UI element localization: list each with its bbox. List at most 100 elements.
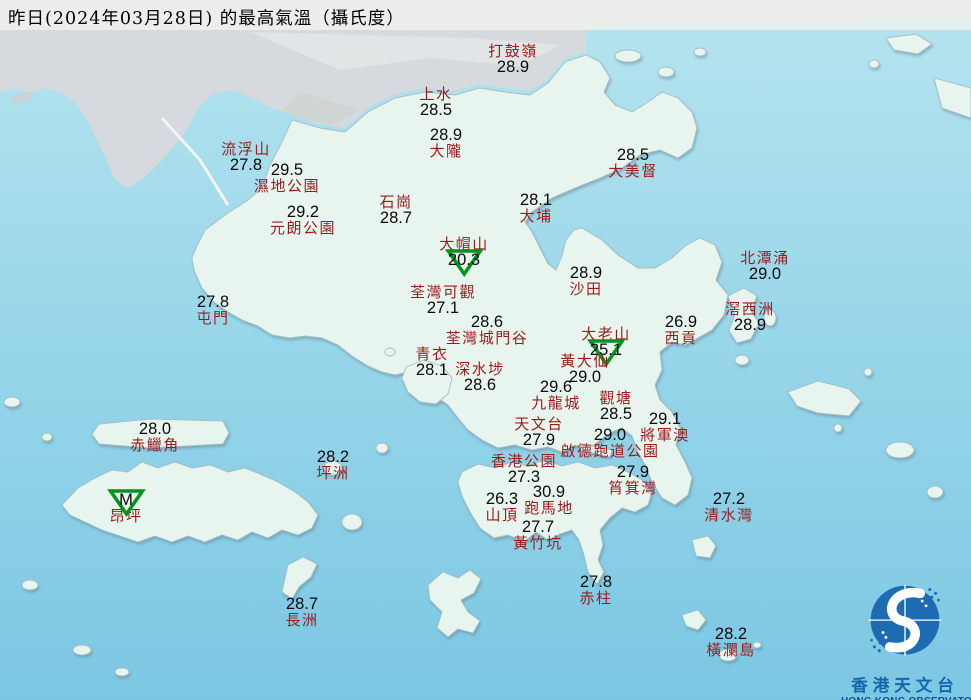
station-name-label: 屯門 (196, 308, 230, 327)
station-name-label: 天文台 (514, 415, 564, 433)
station-value: 28.2 (714, 625, 748, 643)
station-昂坪: M 昂坪 (106, 489, 145, 524)
station-橫瀾島: 28.2 橫瀾島 (706, 626, 756, 658)
station-name-label: 香港公園 (490, 452, 558, 470)
station-value: 28.9 (733, 316, 767, 335)
station-value: 28.0 (138, 420, 172, 438)
station-大隴: 28.9 大隴 (429, 127, 462, 159)
station-坪洲: 28.2 坪洲 (316, 449, 349, 481)
station-value: 28.2 (316, 448, 350, 466)
station-name-label: 流浮山 (221, 140, 271, 158)
station-value: 29.1 (648, 410, 682, 428)
station-元朗公園: 29.2 元朗公園 (270, 204, 336, 236)
station-青衣: 青衣 28.1 (415, 345, 449, 380)
station-name-label: 西貢 (664, 328, 698, 347)
weather-map-page: 昨日(2024年03月28日) 的最高氣溫（攝氏度） 打鼓嶺 28.9 上水 28.5… (0, 0, 971, 700)
station-大埔: 28.1 大埔 (519, 192, 552, 224)
stations-layer: 打鼓嶺 28.9 上水 28.5 28.9 大隴 流浮山 27.8 28.5 大美督 29.5 濕地公… (0, 0, 971, 700)
station-name-label: 赤鱲角 (130, 435, 180, 454)
station-name-label: 清水灣 (704, 505, 754, 524)
station-value: 28.7 (285, 595, 319, 613)
station-大美督: 28.5 大美督 (608, 147, 658, 179)
station-value: 27.9 (522, 431, 556, 450)
station-荃灣城門谷: 28.6 荃灣城門谷 (446, 314, 529, 346)
station-荃灣可觀: 荃灣可觀 27.1 (409, 283, 477, 317)
station-value: 28.6 (470, 313, 504, 331)
station-清水灣: 27.2 清水灣 (704, 491, 754, 523)
station-value: 29.0 (593, 426, 627, 444)
station-黃竹坑: 27.7 黃竹坑 (513, 519, 563, 551)
station-value: 27.2 (712, 490, 746, 508)
station-value: 30.9 (532, 483, 566, 501)
station-name-label: 沙田 (569, 279, 603, 298)
station-name-label: 跑馬地 (524, 498, 574, 517)
station-value: 28.5 (599, 405, 633, 424)
station-name-label: 上水 (419, 85, 453, 103)
station-name-label: 滘西洲 (725, 300, 775, 318)
station-天文台: 天文台 27.9 (514, 415, 564, 450)
hko-logo-english-name: HONG KONG OBSERVATORY (841, 696, 971, 700)
station-value: 28.1 (415, 361, 449, 380)
station-西貢: 26.9 西貢 (664, 314, 697, 346)
station-value: 27.7 (521, 518, 555, 536)
station-value: 28.9 (569, 264, 603, 282)
station-value: M (106, 489, 145, 517)
station-name-label: 黃大仙 (560, 352, 610, 370)
station-觀塘: 觀塘 28.5 (599, 389, 633, 424)
station-赤柱: 27.8 赤柱 (579, 574, 612, 606)
station-石崗: 石崗 28.7 (379, 193, 413, 228)
station-value: 28.9 (429, 126, 463, 144)
station-跑馬地: 30.9 跑馬地 (524, 484, 574, 516)
station-name-label: 大美督 (608, 161, 658, 180)
station-name-label: 啟德跑道公園 (560, 441, 660, 460)
station-name-label: 觀塘 (599, 389, 633, 407)
station-name-label: 坪洲 (316, 463, 350, 482)
station-value: 28.6 (463, 376, 497, 395)
station-屯門: 27.8 屯門 (196, 294, 229, 326)
station-name-label: 黃竹坑 (513, 533, 563, 552)
station-赤鱲角: 28.0 赤鱲角 (130, 421, 180, 453)
station-北潭涌: 北潭涌 29.0 (740, 249, 790, 284)
station-value: 27.8 (579, 573, 613, 591)
station-name-label: 打鼓嶺 (488, 42, 538, 60)
station-name-label: 橫瀾島 (706, 640, 756, 659)
station-深水埗: 深水埗 28.6 (455, 360, 505, 395)
station-大帽山: 大帽山 20.3 (439, 236, 489, 278)
station-滘西洲: 滘西洲 28.9 (725, 300, 775, 335)
hko-logo: 香港天文台 HONG KONG OBSERVATORY (841, 580, 971, 700)
station-name-label: 深水埗 (455, 360, 505, 378)
station-name-label: 元朗公園 (269, 218, 337, 237)
station-name-label: 九龍城 (531, 393, 581, 412)
station-name-label: 長洲 (285, 610, 319, 629)
station-value: 28.5 (616, 146, 650, 164)
station-上水: 上水 28.5 (419, 85, 453, 120)
station-value: 28.9 (496, 58, 530, 77)
station-value: 26.9 (664, 313, 698, 331)
station-九龍城: 29.6 九龍城 (531, 379, 581, 411)
station-name-label: 北潭涌 (740, 249, 790, 267)
station-name-label: 大隴 (429, 141, 463, 160)
station-name-label: 荃灣城門谷 (445, 328, 529, 347)
station-name-label: 石崗 (379, 193, 413, 211)
station-濕地公園: 29.5 濕地公園 (254, 162, 320, 194)
station-啟德跑道公園: 29.0 啟德跑道公園 (560, 427, 659, 459)
hko-logo-icon (868, 584, 942, 656)
station-value: 28.1 (519, 191, 553, 209)
station-value: 29.5 (270, 161, 304, 179)
station-name-label: 荃灣可觀 (409, 283, 477, 301)
station-name-label: 青衣 (415, 345, 449, 363)
station-value: 26.3 (485, 490, 519, 508)
station-value: 27.9 (616, 463, 650, 481)
station-value: 29.0 (748, 265, 782, 284)
station-value: 28.7 (379, 209, 413, 228)
station-長洲: 28.7 長洲 (285, 596, 318, 628)
station-筲箕灣: 27.9 筲箕灣 (608, 464, 658, 496)
station-name-label: 濕地公園 (253, 176, 321, 195)
station-name-label: 赤柱 (579, 588, 613, 607)
station-name-label: 大埔 (519, 206, 553, 225)
station-value: 29.2 (286, 203, 320, 221)
station-value: 28.5 (419, 101, 453, 120)
station-香港公園: 香港公園 27.3 (490, 452, 558, 486)
station-打鼓嶺: 打鼓嶺 28.9 (488, 42, 538, 77)
station-沙田: 28.9 沙田 (569, 265, 602, 297)
